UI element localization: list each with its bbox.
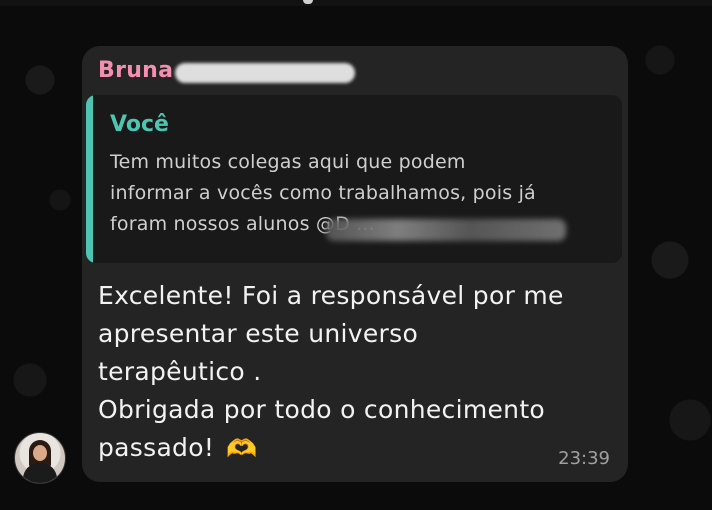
sender-name[interactable]: Bruna — [98, 56, 173, 86]
scroll-indicator — [303, 0, 313, 4]
redacted-surname — [175, 63, 356, 83]
avatar-face — [33, 445, 47, 461]
sender-row: Bruna — [98, 56, 356, 86]
redacted-mention — [326, 219, 566, 241]
avatar-body — [23, 463, 57, 483]
quote-author: Você — [110, 112, 169, 137]
quoted-message[interactable]: Você Tem muitos colegas aqui que podem i… — [86, 95, 622, 263]
quote-accent-bar — [86, 95, 93, 263]
message-bubble[interactable]: Bruna Você Tem muitos colegas aqui que p… — [82, 46, 628, 482]
top-edge — [0, 0, 712, 6]
message-timestamp: 23:39 — [558, 448, 610, 469]
message-body: Excelente! Foi a responsável por me apre… — [98, 277, 618, 468]
message-text: Excelente! Foi a responsável por me apre… — [98, 281, 564, 462]
sender-avatar[interactable] — [14, 432, 66, 484]
heart-hands-emoji: 🫶 — [226, 434, 258, 463]
